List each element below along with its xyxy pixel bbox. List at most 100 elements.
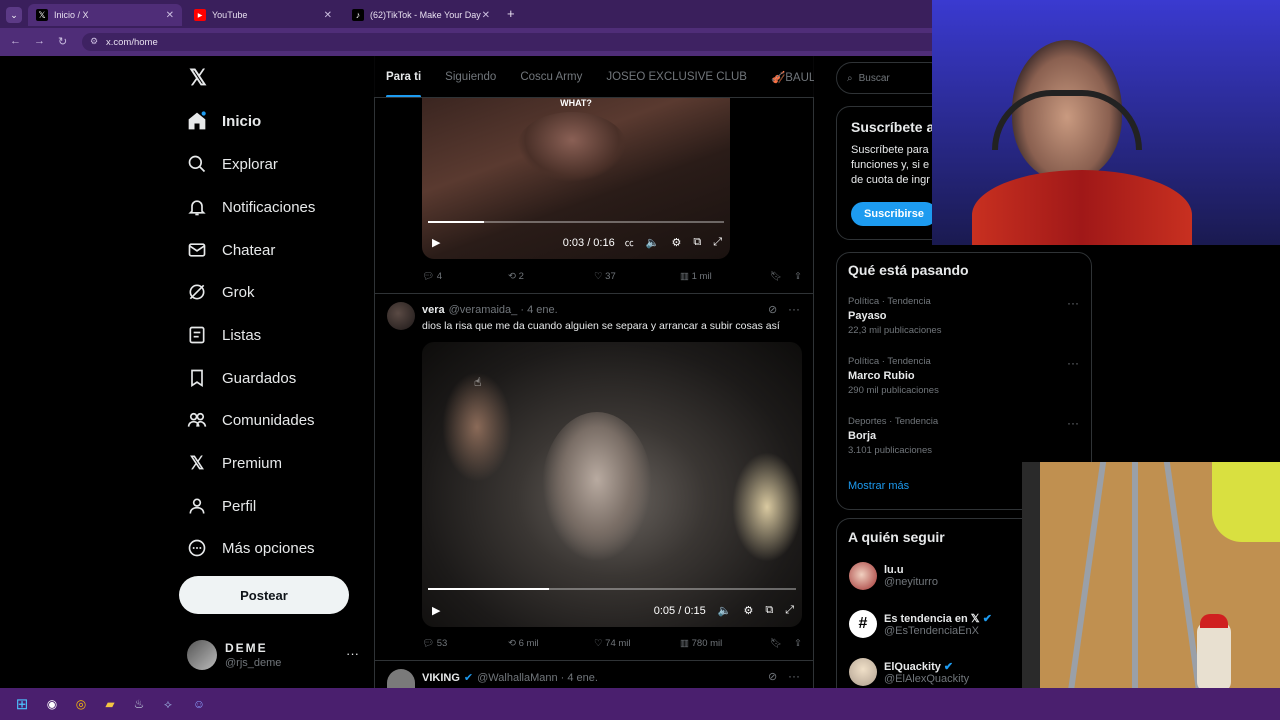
fullscreen-icon[interactable]: ⤢ — [713, 236, 722, 249]
trend-item[interactable]: Deportes · Tendencia Borja 3.101 publica… — [848, 416, 938, 456]
sidebar-item-comunidades[interactable]: Comunidades — [186, 399, 315, 441]
avatar[interactable] — [187, 640, 217, 670]
tab-x-home[interactable]: 𝕏 Inicio / X ✕ — [28, 4, 182, 26]
tab-youtube[interactable]: ▶ YouTube ✕ — [186, 4, 340, 26]
tweet-video[interactable]: WHAT? ▶ 0:03 / 0:16 ㏄ 🔈 ⚙ ⧉ ⤢ — [422, 97, 730, 259]
like-button[interactable]: ♡ 74 mil — [594, 638, 680, 649]
file-explorer-icon[interactable]: ▰ — [100, 694, 120, 714]
tab-coscu-army[interactable]: Coscu Army — [508, 56, 594, 97]
address-bar[interactable]: ⚙ x.com/home — [82, 33, 942, 51]
account-menu-icon[interactable]: ··· — [346, 646, 359, 661]
pip-icon[interactable]: ⧉ — [765, 604, 773, 617]
show-more-link[interactable]: Mostrar más — [848, 480, 909, 492]
tab-siguiendo[interactable]: Siguiendo — [433, 56, 508, 97]
game-character-cap — [1200, 614, 1228, 628]
sidebar-item-listas[interactable]: Listas — [186, 314, 261, 356]
author-handle[interactable]: @WalhallaMann — [477, 672, 557, 684]
sidebar-item-mas-opciones[interactable]: Más opciones — [186, 527, 315, 569]
author-handle[interactable]: @veramaida_ — [449, 304, 518, 316]
back-icon[interactable]: ← — [10, 35, 21, 47]
settings-icon[interactable]: ⚙ — [743, 604, 753, 617]
follow-handle: @ElAlexQuackity — [884, 672, 970, 685]
avatar[interactable] — [849, 562, 877, 590]
grok-icon[interactable]: ⊘ — [768, 303, 777, 316]
sidebar-item-grok[interactable]: Grok — [186, 271, 255, 313]
more-icon[interactable]: ··· — [1067, 296, 1079, 310]
discord-icon[interactable]: ☺ — [189, 694, 209, 714]
avatar[interactable] — [387, 302, 415, 330]
close-tab-icon[interactable]: ✕ — [324, 10, 332, 21]
windows-start-icon[interactable]: ⊞ — [12, 694, 32, 714]
sidebar-item-chatear[interactable]: Chatear — [186, 229, 275, 271]
sidebar-item-inicio[interactable]: Inicio — [186, 100, 261, 142]
more-icon[interactable]: ··· — [788, 302, 800, 316]
post-button[interactable]: Postear — [179, 576, 349, 614]
reply-button[interactable]: 💬︎ 4 — [422, 271, 508, 282]
repost-button[interactable]: ⟲ 6 mil — [508, 638, 594, 649]
tab-para-ti[interactable]: Para ti — [374, 56, 433, 97]
tweet-date[interactable]: · 4 ene. — [561, 672, 598, 684]
follow-item[interactable]: lu.u @neyiturro — [849, 562, 938, 590]
video-controls: ▶ 0:03 / 0:16 ㏄ 🔈 ⚙ ⧉ ⤢ — [432, 236, 722, 249]
sidebar-item-perfil[interactable]: Perfil — [186, 485, 256, 527]
share-icon[interactable]: ⇪ — [794, 638, 802, 649]
game-overlay — [1022, 462, 1280, 720]
app-icon[interactable]: ⟡ — [158, 694, 178, 714]
x-logo-icon[interactable]: 𝕏 — [186, 65, 210, 90]
fullscreen-icon[interactable]: ⤢ — [785, 604, 794, 617]
search-input[interactable]: ⌕ Buscar — [836, 62, 946, 94]
video-controls: ▶ 0:05 / 0:15 🔈 ⚙ ⧉ ⤢ — [432, 604, 794, 617]
trend-item[interactable]: Política · Tendencia Marco Rubio 290 mil… — [848, 356, 939, 396]
steam-icon[interactable]: ♨ — [129, 694, 149, 714]
follow-item[interactable]: ElQuackity ✔ @ElAlexQuackity — [849, 658, 969, 686]
sidebar-item-guardados[interactable]: Guardados — [186, 357, 296, 399]
captions-icon[interactable]: ㏄ — [625, 236, 634, 249]
volume-icon[interactable]: 🔈 — [646, 236, 660, 249]
reload-icon[interactable]: ↻ — [58, 35, 67, 48]
subscribe-button[interactable]: Suscribirse — [851, 202, 937, 226]
tab-list-button[interactable]: ⌄ — [6, 7, 22, 23]
repost-button[interactable]: ⟲ 2 — [508, 271, 594, 282]
sidebar-item-premium[interactable]: 𝕏 Premium — [186, 442, 282, 484]
reply-button[interactable]: 💬︎ 53 — [422, 638, 508, 649]
tab-baulo[interactable]: 🎻BAULO C — [759, 56, 814, 97]
views-button[interactable]: ▥ 1 mil — [680, 271, 770, 282]
sidebar-item-explorar[interactable]: Explorar — [186, 143, 278, 185]
video-frame — [517, 112, 627, 182]
tweet-date[interactable]: · 4 ene. — [520, 304, 557, 316]
share-icon[interactable]: ⇪ — [794, 271, 802, 282]
video-progress[interactable] — [428, 221, 724, 223]
follow-item[interactable]: # Es tendencia en 𝕏 ✔ @EsTendenciaEnX — [849, 610, 992, 638]
chrome-icon[interactable]: ◎ — [71, 694, 91, 714]
close-tab-icon[interactable]: ✕ — [166, 10, 174, 21]
trend-item[interactable]: Política · Tendencia Payaso 22,3 mil pub… — [848, 296, 941, 336]
close-tab-icon[interactable]: ✕ — [482, 10, 490, 21]
video-progress[interactable] — [428, 588, 796, 590]
forward-icon[interactable]: → — [34, 35, 45, 47]
volume-icon[interactable]: 🔈 — [718, 604, 732, 617]
views-button[interactable]: ▥ 780 mil — [680, 638, 770, 649]
heart-icon: ♡ — [594, 271, 603, 282]
obs-icon[interactable]: ◉ — [42, 694, 62, 714]
more-icon[interactable]: ··· — [1067, 416, 1079, 430]
sidebar-item-notificaciones[interactable]: Notificaciones — [186, 186, 315, 228]
grok-icon[interactable]: ⊘ — [768, 670, 777, 683]
tab-joseo-exclusive-club[interactable]: JOSEO EXCLUSIVE CLUB — [594, 56, 759, 97]
more-icon[interactable]: ··· — [1067, 356, 1079, 370]
avatar[interactable] — [849, 658, 877, 686]
bookmark-icon[interactable]: 🔖︎ — [770, 271, 794, 282]
author-name[interactable]: vera — [422, 304, 445, 316]
more-icon[interactable]: ··· — [788, 669, 800, 683]
new-tab-button[interactable]: + — [507, 6, 515, 21]
pip-icon[interactable]: ⧉ — [693, 236, 701, 249]
game-wall — [1212, 462, 1280, 542]
play-icon[interactable]: ▶ — [432, 236, 440, 249]
settings-icon[interactable]: ⚙ — [671, 236, 681, 249]
like-button[interactable]: ♡ 37 — [594, 271, 680, 282]
tab-tiktok[interactable]: ♪ (62)TikTok - Make Your Day ✕ — [344, 4, 498, 26]
trend-category: Política · Tendencia — [848, 296, 931, 307]
play-icon[interactable]: ▶ — [432, 604, 440, 617]
bookmark-icon[interactable]: 🔖︎ — [770, 638, 794, 649]
author-name[interactable]: VIKING — [422, 672, 460, 684]
site-info-icon[interactable]: ⚙ — [90, 36, 98, 47]
